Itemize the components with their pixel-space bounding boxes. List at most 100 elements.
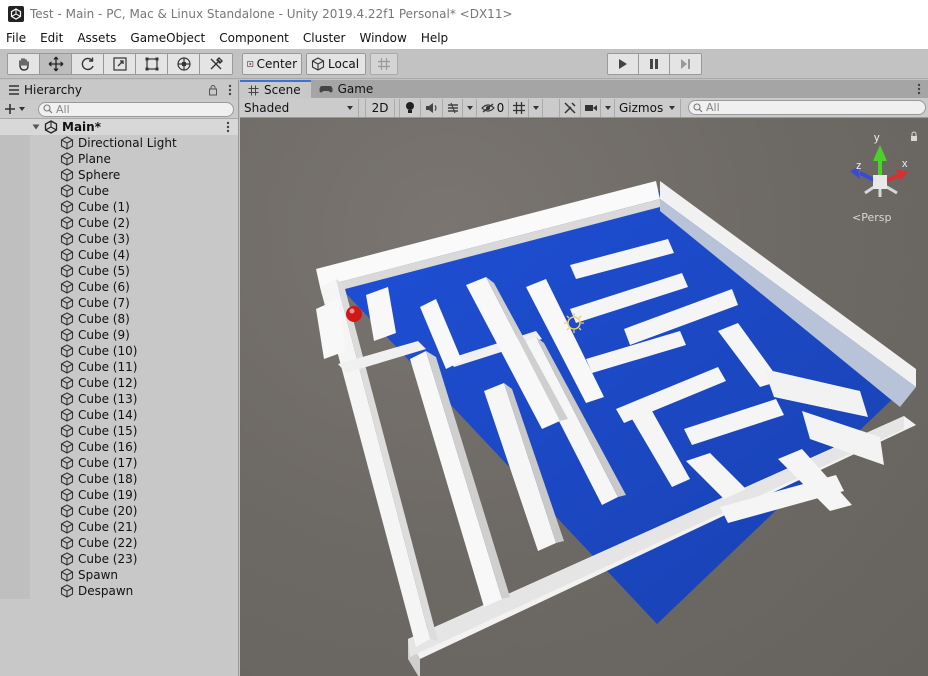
tab-game[interactable]: Game: [310, 80, 384, 98]
hierarchy-item[interactable]: Cube (8): [0, 311, 238, 327]
hierarchy-item[interactable]: Cube (3): [0, 231, 238, 247]
hierarchy-search-input[interactable]: All: [38, 101, 234, 117]
pivot-local-button[interactable]: Local: [306, 53, 366, 75]
gameobject-cube-icon: [60, 328, 74, 342]
effects-toggle-button[interactable]: [443, 98, 463, 117]
toggle-2d-button[interactable]: 2D: [365, 98, 395, 117]
play-icon: [619, 59, 627, 69]
hierarchy-item[interactable]: Cube (22): [0, 535, 238, 551]
move-tool-button[interactable]: [40, 54, 72, 74]
menu-assets[interactable]: Assets: [70, 28, 123, 49]
tab-hierarchy[interactable]: Hierarchy: [0, 80, 238, 100]
effects-dropdown[interactable]: [463, 98, 477, 117]
scene-panel-menu-icon[interactable]: [917, 83, 921, 95]
tab-scene[interactable]: Scene: [240, 80, 311, 98]
shading-mode-dropdown[interactable]: Shaded: [240, 98, 359, 117]
hierarchy-item[interactable]: Cube (20): [0, 503, 238, 519]
axis-y-label: y: [874, 132, 880, 144]
menu-gameobject[interactable]: GameObject: [123, 28, 212, 49]
grid-snap-button[interactable]: [370, 53, 398, 75]
hierarchy-item[interactable]: Sphere: [0, 167, 238, 183]
hierarchy-item[interactable]: Cube (10): [0, 343, 238, 359]
lock-icon[interactable]: [208, 84, 218, 96]
panel-menu-icon[interactable]: [228, 84, 232, 96]
custom-tool-button[interactable]: [200, 54, 232, 74]
hierarchy-item[interactable]: Cube (13): [0, 391, 238, 407]
scale-tool-button[interactable]: [104, 54, 136, 74]
axis-x-label: x: [902, 158, 908, 170]
hierarchy-item[interactable]: Cube (2): [0, 215, 238, 231]
hierarchy-item-label: Cube (19): [78, 488, 138, 502]
hierarchy-item[interactable]: Cube (11): [0, 359, 238, 375]
hierarchy-item[interactable]: Cube (23): [0, 551, 238, 567]
pivot-center-button[interactable]: Center: [242, 53, 302, 75]
gizmos-label: Gizmos: [619, 100, 664, 115]
hierarchy-item[interactable]: Cube (14): [0, 407, 238, 423]
lighting-toggle-button[interactable]: [399, 98, 421, 117]
hand-tool-button[interactable]: [8, 54, 40, 74]
hierarchy-item[interactable]: Cube (12): [0, 375, 238, 391]
create-dropdown[interactable]: [4, 103, 34, 115]
hierarchy-item[interactable]: Cube (7): [0, 295, 238, 311]
scene-viewport[interactable]: y z x <Persp: [240, 119, 928, 676]
camera-button[interactable]: [581, 98, 601, 117]
hierarchy-item[interactable]: Cube (5): [0, 263, 238, 279]
menu-help[interactable]: Help: [414, 28, 455, 49]
hierarchy-search-placeholder: All: [56, 102, 70, 116]
hierarchy-item[interactable]: Cube (19): [0, 487, 238, 503]
menu-window[interactable]: Window: [352, 28, 413, 49]
play-button[interactable]: [608, 54, 639, 74]
unity-logo-icon: [8, 6, 24, 22]
camera-dropdown[interactable]: [601, 98, 615, 117]
hierarchy-item[interactable]: Directional Light: [0, 135, 238, 151]
expand-arrow-icon[interactable]: [32, 123, 40, 131]
hierarchy-item[interactable]: Cube (1): [0, 199, 238, 215]
rect-tool-button[interactable]: [136, 54, 168, 74]
transform-tool-icon: [176, 57, 191, 71]
hierarchy-item-label: Cube (12): [78, 376, 138, 390]
orientation-gizmo[interactable]: y z x: [850, 132, 908, 197]
hierarchy-item[interactable]: Cube (16): [0, 439, 238, 455]
pause-button[interactable]: [639, 54, 670, 74]
gameobject-cube-icon: [60, 200, 74, 214]
projection-toggle[interactable]: <Persp: [852, 211, 891, 224]
scene-tools-button[interactable]: [559, 98, 581, 117]
grid-dropdown[interactable]: [529, 98, 543, 117]
hierarchy-item[interactable]: Cube (9): [0, 327, 238, 343]
audio-toggle-button[interactable]: [421, 98, 443, 117]
hierarchy-item-label: Cube (21): [78, 520, 138, 534]
menu-component[interactable]: Component: [212, 28, 296, 49]
pivot-local-label: Local: [328, 57, 360, 71]
scene-search-input[interactable]: All: [688, 100, 926, 115]
hidden-count: 0: [496, 100, 505, 115]
step-button[interactable]: [670, 54, 701, 74]
grid-toggle-button[interactable]: [509, 98, 529, 117]
scene-view-panel: Scene Game Shaded 2D 0 Gizmos All y z x …: [240, 80, 928, 676]
hidden-objects-toggle[interactable]: 0: [477, 98, 509, 117]
hierarchy-item[interactable]: Cube: [0, 183, 238, 199]
menu-file[interactable]: File: [0, 28, 33, 49]
hierarchy-item[interactable]: Cube (18): [0, 471, 238, 487]
hierarchy-item[interactable]: Cube (15): [0, 423, 238, 439]
hierarchy-item[interactable]: Despawn: [0, 583, 238, 599]
scene-menu-icon[interactable]: [226, 121, 230, 133]
hierarchy-item[interactable]: Plane: [0, 151, 238, 167]
gizmos-dropdown[interactable]: Gizmos: [615, 98, 681, 117]
sphere-ball[interactable]: [346, 306, 362, 322]
rotate-tool-button[interactable]: [72, 54, 104, 74]
hierarchy-item-label: Cube (17): [78, 456, 138, 470]
hierarchy-item[interactable]: Cube (17): [0, 455, 238, 471]
hierarchy-item[interactable]: Cube (21): [0, 519, 238, 535]
scene-root-row[interactable]: Main*: [0, 119, 238, 135]
hierarchy-item[interactable]: Cube (6): [0, 279, 238, 295]
gizmo-lock-icon[interactable]: [911, 131, 917, 141]
hierarchy-item[interactable]: Cube (4): [0, 247, 238, 263]
gameobject-cube-icon: [60, 440, 74, 454]
transform-tool-button[interactable]: [168, 54, 200, 74]
hierarchy-item[interactable]: Spawn: [0, 567, 238, 583]
gameobject-cube-icon: [60, 264, 74, 278]
menu-cluster[interactable]: Cluster: [296, 28, 353, 49]
gameobject-cube-icon: [60, 232, 74, 246]
menu-edit[interactable]: Edit: [33, 28, 70, 49]
gameobject-cube-icon: [60, 296, 74, 310]
